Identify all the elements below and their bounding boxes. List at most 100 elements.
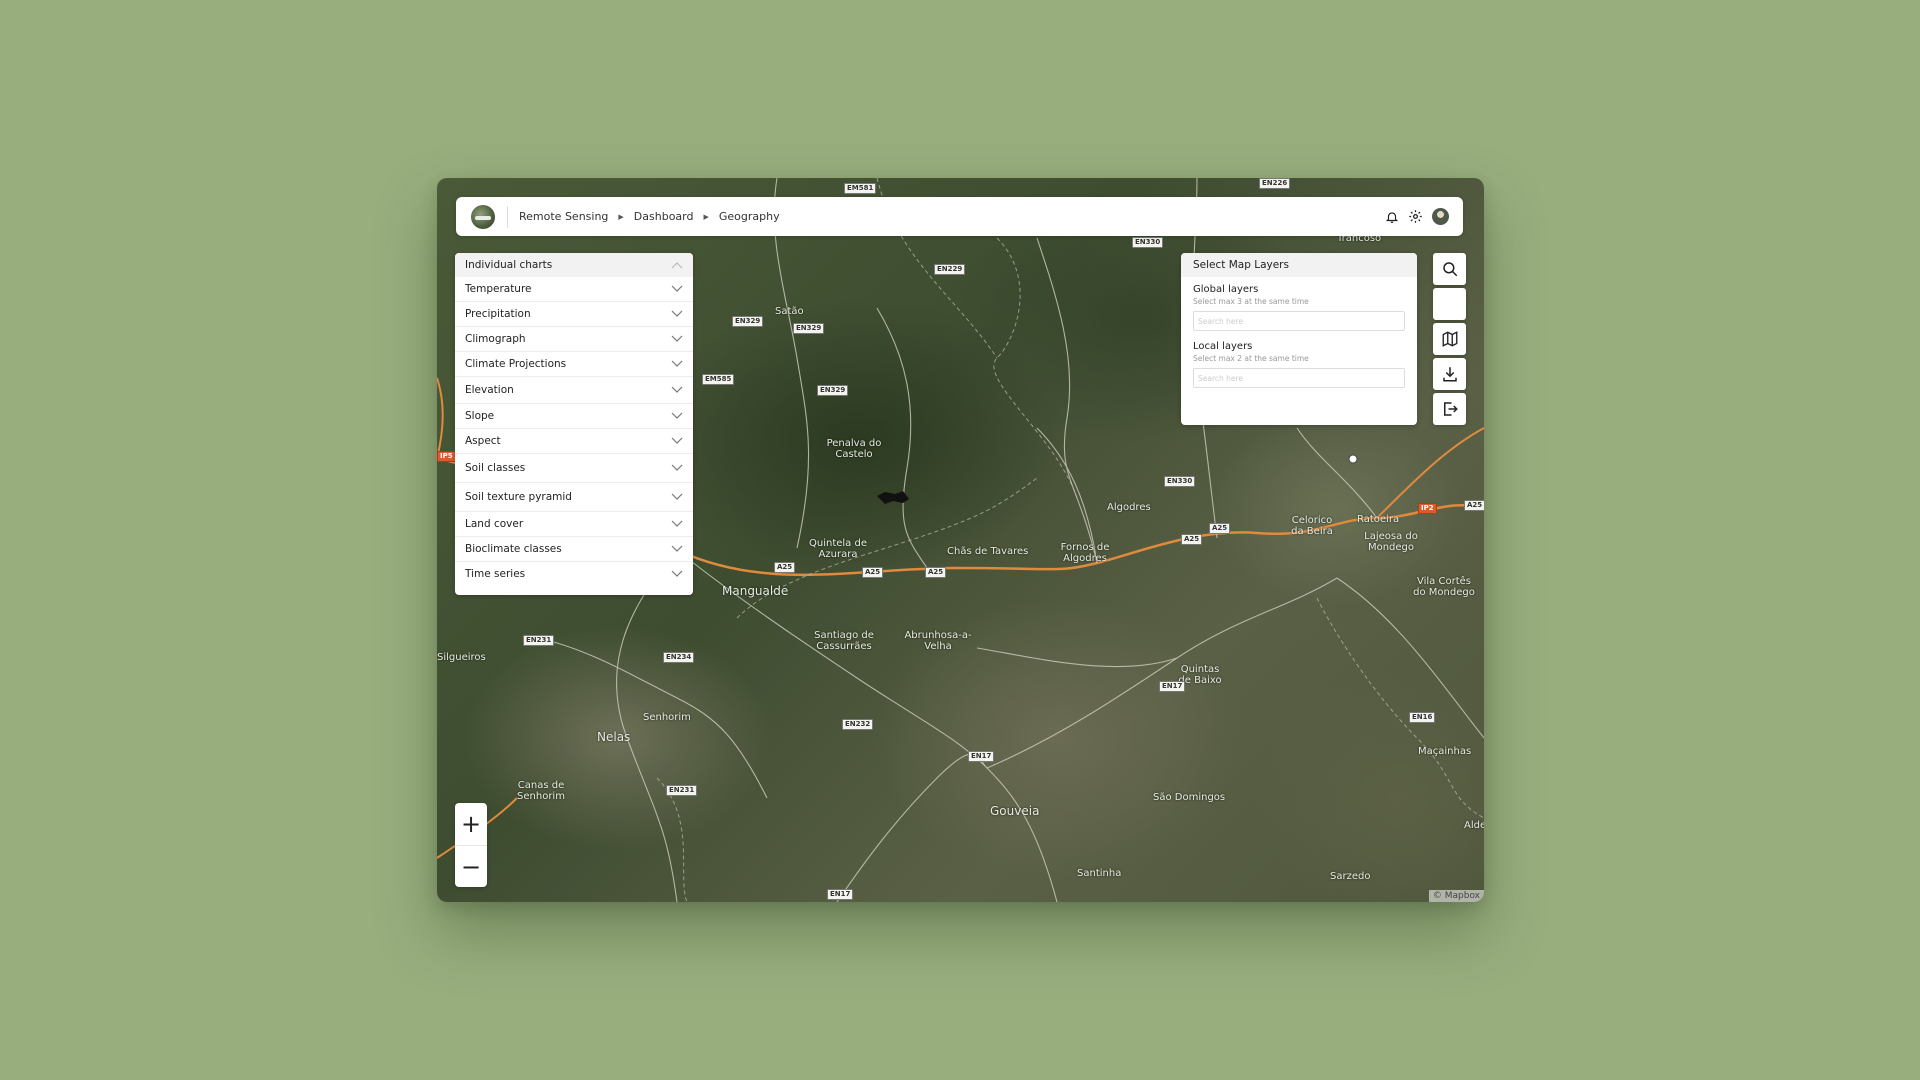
chart-item-label: Elevation bbox=[465, 384, 514, 396]
chart-item-label: Land cover bbox=[465, 518, 524, 530]
chevron-down-icon bbox=[671, 412, 683, 419]
chart-item-aspect[interactable]: Aspect bbox=[455, 429, 693, 454]
charts-panel-header[interactable]: Individual charts bbox=[455, 253, 693, 277]
road-shield: EN329 bbox=[793, 323, 825, 334]
logout-button[interactable] bbox=[1433, 393, 1466, 425]
zoom-out-button[interactable]: − bbox=[455, 846, 487, 887]
road-shield: A25 bbox=[1181, 534, 1203, 545]
chart-item-label: Time series bbox=[465, 568, 526, 580]
local-layers-search-input[interactable] bbox=[1193, 368, 1405, 388]
map-place-label: São Domingos bbox=[1153, 792, 1226, 803]
road-shield: EN329 bbox=[817, 385, 849, 396]
chevron-down-icon bbox=[671, 360, 683, 367]
global-layers-section: Global layers Select max 3 at the same t… bbox=[1181, 284, 1417, 331]
road-shield: A25 bbox=[1464, 500, 1484, 511]
global-layers-label: Global layers bbox=[1193, 284, 1259, 295]
app-logo[interactable] bbox=[471, 204, 495, 229]
search-icon bbox=[1442, 262, 1457, 277]
chart-item-land-cover[interactable]: Land cover bbox=[455, 512, 693, 537]
map-place-label: Penalva do Castelo bbox=[826, 438, 882, 460]
map-attribution[interactable]: © Mapbox bbox=[1428, 890, 1484, 902]
chart-item-precipitation[interactable]: Precipitation bbox=[455, 302, 693, 327]
road-shield: EM585 bbox=[702, 374, 735, 385]
map-place-label: Maçainhas bbox=[1418, 746, 1472, 757]
chevron-up-icon bbox=[671, 262, 683, 269]
map-layers-button[interactable] bbox=[1433, 323, 1466, 355]
avatar[interactable] bbox=[1432, 208, 1449, 225]
zoom-control: + − bbox=[455, 803, 487, 887]
local-layers-section: Local layers Select max 2 at the same ti… bbox=[1181, 341, 1417, 388]
road-shield: EN17 bbox=[827, 889, 854, 900]
chart-item-bioclimate-classes[interactable]: Bioclimate classes bbox=[455, 537, 693, 562]
map-place-label: Santinha bbox=[1077, 868, 1122, 879]
chart-item-soil-classes[interactable]: Soil classes bbox=[455, 454, 693, 483]
map-place-label: Ratoeira bbox=[1357, 514, 1400, 525]
road-shield: EN329 bbox=[732, 316, 764, 327]
road-shield: EN231 bbox=[666, 785, 698, 796]
chart-item-label: Precipitation bbox=[465, 308, 531, 320]
map-place-label: Mangualde bbox=[722, 584, 789, 598]
map-layers-panel: Select Map Layers Global layers Select m… bbox=[1181, 253, 1417, 425]
road-shield: EN330 bbox=[1164, 476, 1196, 487]
search-button[interactable] bbox=[1433, 253, 1466, 285]
breadcrumb-chevron-icon: ▶ bbox=[618, 212, 624, 221]
chevron-down-icon bbox=[671, 437, 683, 444]
local-layers-label: Local layers bbox=[1193, 341, 1253, 352]
chevron-down-icon bbox=[671, 310, 683, 317]
app-window: Trancoso Satão Penalva do Castelo Algodr… bbox=[437, 178, 1484, 902]
bell-icon[interactable] bbox=[1385, 210, 1399, 224]
road-shield: IP5 bbox=[437, 451, 456, 462]
gear-icon[interactable] bbox=[1408, 209, 1423, 224]
chart-item-elevation[interactable]: Elevation bbox=[455, 377, 693, 404]
chevron-down-icon bbox=[671, 570, 683, 577]
map-place-label: Nelas bbox=[597, 730, 631, 744]
map-place-label: Satão bbox=[775, 306, 804, 317]
chevron-down-icon bbox=[671, 335, 683, 342]
map-place-label: Celorico da Beira bbox=[1291, 515, 1333, 537]
download-button[interactable] bbox=[1433, 358, 1466, 390]
map-place-label: Alde bbox=[1464, 820, 1484, 831]
map-place-label: Sarzedo bbox=[1330, 871, 1371, 882]
map-place-label: Algodres bbox=[1107, 502, 1151, 513]
road-shield: A25 bbox=[862, 567, 884, 578]
road-shield: EN226 bbox=[1259, 178, 1291, 189]
top-bar: Remote Sensing ▶ Dashboard ▶ Geography bbox=[456, 197, 1463, 236]
breadcrumb-remote-sensing[interactable]: Remote Sensing bbox=[519, 210, 608, 223]
chart-item-climograph[interactable]: Climograph bbox=[455, 327, 693, 352]
road-shield: EN17 bbox=[968, 751, 995, 762]
chart-item-label: Aspect bbox=[465, 435, 501, 447]
map-place-label: Senhorim bbox=[643, 712, 691, 723]
chevron-down-icon bbox=[671, 285, 683, 292]
map-toolbar bbox=[1433, 253, 1466, 428]
map-place-label: Abrunhosa-a-Velha bbox=[904, 630, 972, 652]
local-layers-hint: Select max 2 at the same time bbox=[1193, 354, 1309, 363]
chart-item-label: Climograph bbox=[465, 333, 526, 345]
chart-item-temperature[interactable]: Temperature bbox=[455, 277, 693, 302]
road-shield: EN16 bbox=[1409, 712, 1436, 723]
road-shield: EN231 bbox=[523, 635, 555, 646]
chart-item-label: Soil texture pyramid bbox=[465, 491, 572, 503]
chevron-down-icon bbox=[671, 386, 683, 393]
chart-item-label: Temperature bbox=[465, 283, 532, 295]
map-place-label: Silgueiros bbox=[437, 652, 486, 663]
chart-item-time-series[interactable]: Time series bbox=[455, 562, 693, 586]
chart-item-soil-texture-pyramid[interactable]: Soil texture pyramid bbox=[455, 483, 693, 512]
charts-panel: Individual charts Temperature Precipitat… bbox=[455, 253, 693, 595]
breadcrumb-dashboard[interactable]: Dashboard bbox=[634, 210, 694, 223]
blank-tool-button[interactable] bbox=[1433, 288, 1466, 320]
map-place-label: Gouveia bbox=[990, 804, 1040, 818]
chevron-down-icon bbox=[671, 520, 683, 527]
chart-item-slope[interactable]: Slope bbox=[455, 404, 693, 429]
road-shield: EN330 bbox=[1132, 237, 1164, 248]
breadcrumb-geography[interactable]: Geography bbox=[719, 210, 780, 223]
global-layers-search-input[interactable] bbox=[1193, 311, 1405, 331]
zoom-in-button[interactable]: + bbox=[455, 803, 487, 846]
road-shield: EM581 bbox=[844, 183, 877, 194]
breadcrumb-chevron-icon: ▶ bbox=[703, 212, 709, 221]
road-shield: EN17 bbox=[1159, 681, 1186, 692]
map-place-label: Canas de Senhorim bbox=[517, 780, 565, 802]
map-place-label: Chãs de Tavares bbox=[947, 546, 1029, 557]
chart-item-climate-projections[interactable]: Climate Projections bbox=[455, 352, 693, 377]
chevron-down-icon bbox=[671, 493, 683, 500]
chart-item-label: Soil classes bbox=[465, 462, 526, 474]
